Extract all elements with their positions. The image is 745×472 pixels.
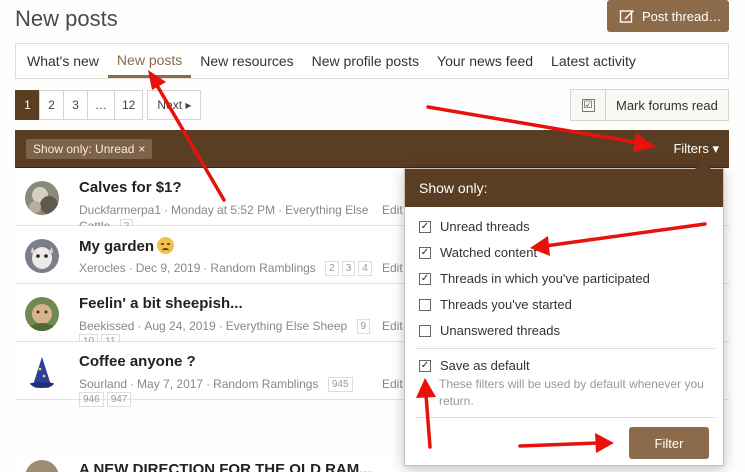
- mark-read-label: Mark forums read: [616, 97, 718, 113]
- tab-latest-activity[interactable]: Latest activity: [542, 44, 645, 78]
- option-label: Unread threads: [440, 219, 530, 234]
- avatar[interactable]: [25, 181, 59, 215]
- tab-new-posts[interactable]: New posts: [107, 44, 192, 78]
- next-page-button[interactable]: Next ▸: [147, 90, 202, 120]
- thread-edit-link[interactable]: Edit: [382, 319, 403, 333]
- thread-page-link[interactable]: 946: [79, 392, 104, 407]
- thread-edit-link[interactable]: Edit: [382, 377, 403, 391]
- thread-forum[interactable]: Everything Else Sheep: [226, 319, 347, 333]
- filter-submit-button[interactable]: Filter: [629, 427, 709, 459]
- checkbox[interactable]: [419, 324, 431, 337]
- thread-forum[interactable]: Random Ramblings: [210, 261, 315, 275]
- page-link-2[interactable]: 2: [39, 90, 64, 120]
- thread-pages: 2 3 4: [325, 261, 372, 277]
- thread-meta: Sourland · May 7, 2017 · Random Ramblings 94…: [79, 377, 353, 393]
- avatar[interactable]: [25, 239, 59, 273]
- save-default-hint: These filters will be used by default wh…: [439, 377, 704, 408]
- thread-meta: Duckfarmerpa1 · Monday at 5:52 PM · Everythi…: [79, 203, 369, 217]
- thread-date[interactable]: Monday at 5:52 PM: [171, 203, 275, 217]
- checkbox[interactable]: ✓: [419, 246, 431, 259]
- thread-title[interactable]: Feelin' a bit sheepish...: [79, 295, 243, 312]
- thread-meta: Xerocles · Dec 9, 2019 · Random Ramblings 2 …: [79, 261, 372, 277]
- checkbox-icon: ☑: [581, 98, 595, 112]
- checkbox[interactable]: ✓: [419, 359, 431, 372]
- page-link-3[interactable]: 3: [63, 90, 88, 120]
- thread-forum[interactable]: Everything Else: [285, 203, 368, 217]
- thread-author[interactable]: Duckfarmerpa1: [79, 203, 161, 217]
- save-as-default-option[interactable]: ✓ Save as default: [419, 358, 530, 373]
- menu-divider: [415, 348, 715, 349]
- thread-forum[interactable]: Random Ramblings: [213, 377, 318, 391]
- thread-title[interactable]: A NEW DIRECTION FOR THE OLD RAM...: [79, 461, 372, 472]
- checkbox[interactable]: ✓: [419, 220, 431, 233]
- mark-read-icon-box: ☑: [571, 90, 606, 120]
- thread-page-link[interactable]: 9: [356, 319, 371, 335]
- filter-option-started[interactable]: Threads you've started: [419, 297, 572, 312]
- thread-pages: 9: [356, 319, 371, 335]
- thread-date[interactable]: May 7, 2017: [137, 377, 203, 391]
- thread-date[interactable]: Dec 9, 2019: [136, 261, 201, 275]
- thread-title[interactable]: Coffee anyone ?: [79, 353, 196, 370]
- tab-new-profile-posts[interactable]: New profile posts: [303, 44, 428, 78]
- menu-header: Show only:: [405, 169, 723, 207]
- disappointed-face-icon: [157, 237, 175, 254]
- thread-page-link[interactable]: 945: [327, 377, 353, 393]
- avatar[interactable]: [25, 297, 59, 331]
- filter-option-watched[interactable]: ✓ Watched content: [419, 245, 537, 260]
- page-link-12[interactable]: 12: [114, 90, 144, 120]
- thread-pages-continued: 946 947: [79, 392, 132, 407]
- thread-title-text: My garden: [79, 238, 155, 255]
- thread-edit-link[interactable]: Edit: [382, 203, 403, 217]
- filters-toggle-button[interactable]: Filters ▾: [673, 141, 719, 157]
- filter-option-participated[interactable]: ✓ Threads in which you've participated: [419, 271, 650, 286]
- thread-page-link[interactable]: 4: [358, 261, 372, 277]
- option-label: Threads you've started: [440, 297, 572, 312]
- tab-your-news-feed[interactable]: Your news feed: [428, 44, 542, 78]
- thread-author[interactable]: Beekissed: [79, 319, 134, 333]
- filter-option-unanswered[interactable]: Unanswered threads: [419, 323, 560, 338]
- chip-close-icon[interactable]: ×: [138, 142, 145, 156]
- thread-edit-link[interactable]: Edit: [382, 261, 403, 275]
- filter-option-unread[interactable]: ✓ Unread threads: [419, 219, 530, 234]
- post-thread-button[interactable]: Post thread…: [607, 0, 729, 32]
- avatar[interactable]: [25, 460, 59, 472]
- post-thread-label: Post thread…: [642, 8, 722, 24]
- nav-tabs: What's new New posts New resources New p…: [15, 43, 729, 79]
- menu-divider: [415, 417, 715, 418]
- pagination: 1 2 3 … 12 Next ▸: [15, 90, 202, 120]
- thread-author[interactable]: Xerocles: [79, 261, 126, 275]
- filters-menu: Show only: ✓ Unread threads ✓ Watched co…: [404, 161, 724, 466]
- filter-bar: Show only: Unread × Filters ▾: [15, 130, 729, 168]
- thread-pages: 945: [327, 377, 353, 393]
- avatar[interactable]: [25, 355, 59, 389]
- thread-author[interactable]: Sourland: [79, 377, 127, 391]
- chip-label: Show only: Unread: [33, 142, 135, 156]
- mark-forums-read-button[interactable]: ☑ Mark forums read: [570, 89, 729, 121]
- thread-meta: Beekissed · Aug 24, 2019 · Everything Else S…: [79, 319, 371, 335]
- thread-title[interactable]: Calves for $1?: [79, 179, 182, 196]
- thread-date[interactable]: Aug 24, 2019: [144, 319, 215, 333]
- edit-icon: [619, 10, 634, 23]
- show-only-unread-chip[interactable]: Show only: Unread ×: [26, 139, 153, 159]
- thread-page-link[interactable]: 2: [325, 261, 339, 277]
- menu-pointer: [695, 161, 711, 169]
- option-label: Unanswered threads: [440, 323, 560, 338]
- option-label: Watched content: [440, 245, 538, 260]
- tab-new-resources[interactable]: New resources: [191, 44, 302, 78]
- option-label: Threads in which you've participated: [440, 271, 650, 286]
- thread-title[interactable]: My garden: [79, 237, 175, 255]
- option-label: Save as default: [440, 358, 530, 373]
- thread-page-link[interactable]: 947: [106, 392, 132, 407]
- checkbox[interactable]: [419, 298, 431, 311]
- page-title: New posts: [15, 6, 118, 31]
- checkbox[interactable]: ✓: [419, 272, 431, 285]
- page-ellipsis[interactable]: …: [87, 90, 115, 120]
- thread-page-link[interactable]: 3: [341, 261, 356, 277]
- page-link-1[interactable]: 1: [15, 90, 40, 120]
- tab-whats-new[interactable]: What's new: [18, 44, 108, 78]
